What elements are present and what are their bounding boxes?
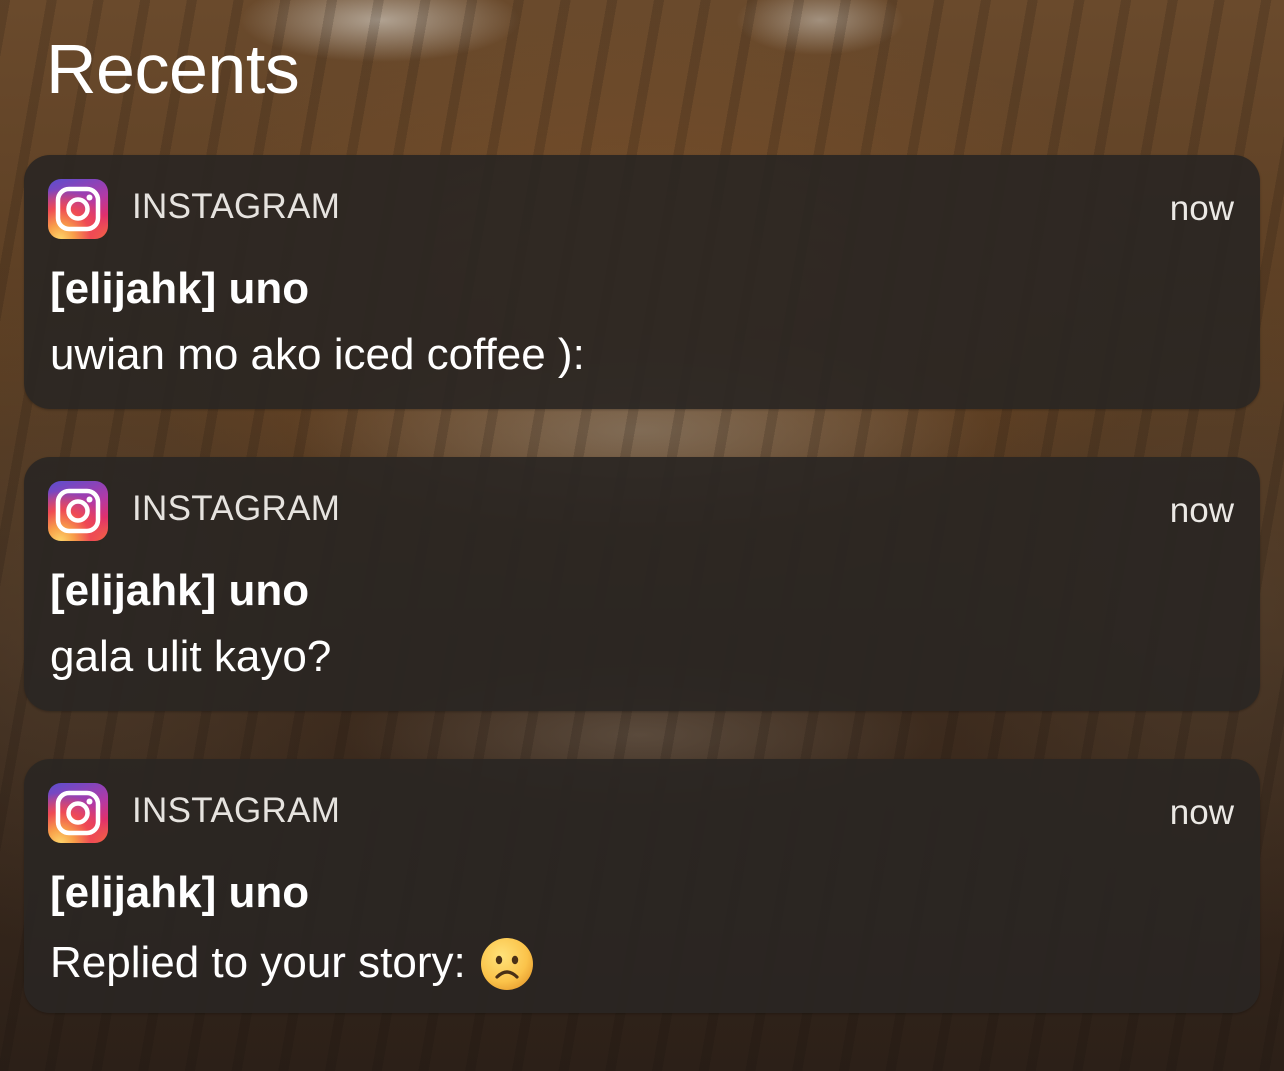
recents-title: Recents xyxy=(46,30,300,108)
notification-message: gala ulit kayo? xyxy=(50,632,332,681)
notification-card[interactable]: INSTAGRAM now [elijahk] uno gala ulit ka… xyxy=(24,457,1260,711)
notification-card[interactable]: INSTAGRAM now [elijahk] uno uwian mo ako… xyxy=(24,155,1260,409)
notification-card[interactable]: INSTAGRAM now [elijahk] uno Replied to y… xyxy=(24,759,1260,1013)
timestamp: now xyxy=(1169,189,1234,228)
app-name: INSTAGRAM xyxy=(132,791,341,830)
notification-message: Replied to your story: xyxy=(50,938,466,987)
app-name: INSTAGRAM xyxy=(132,187,341,226)
instagram-icon xyxy=(48,179,108,239)
app-name: INSTAGRAM xyxy=(132,489,341,528)
frowning-face-emoji xyxy=(480,938,533,990)
instagram-icon xyxy=(48,783,108,843)
notification-sender: [elijahk] uno xyxy=(50,264,310,313)
notification-sender: [elijahk] uno xyxy=(50,566,310,615)
notification-message-row: Replied to your story: xyxy=(50,937,534,991)
notification-sender: [elijahk] uno xyxy=(50,868,310,917)
timestamp: now xyxy=(1169,491,1234,530)
timestamp: now xyxy=(1169,793,1234,832)
instagram-icon xyxy=(48,481,108,541)
notification-message: uwian mo ako iced coffee ): xyxy=(50,330,585,379)
